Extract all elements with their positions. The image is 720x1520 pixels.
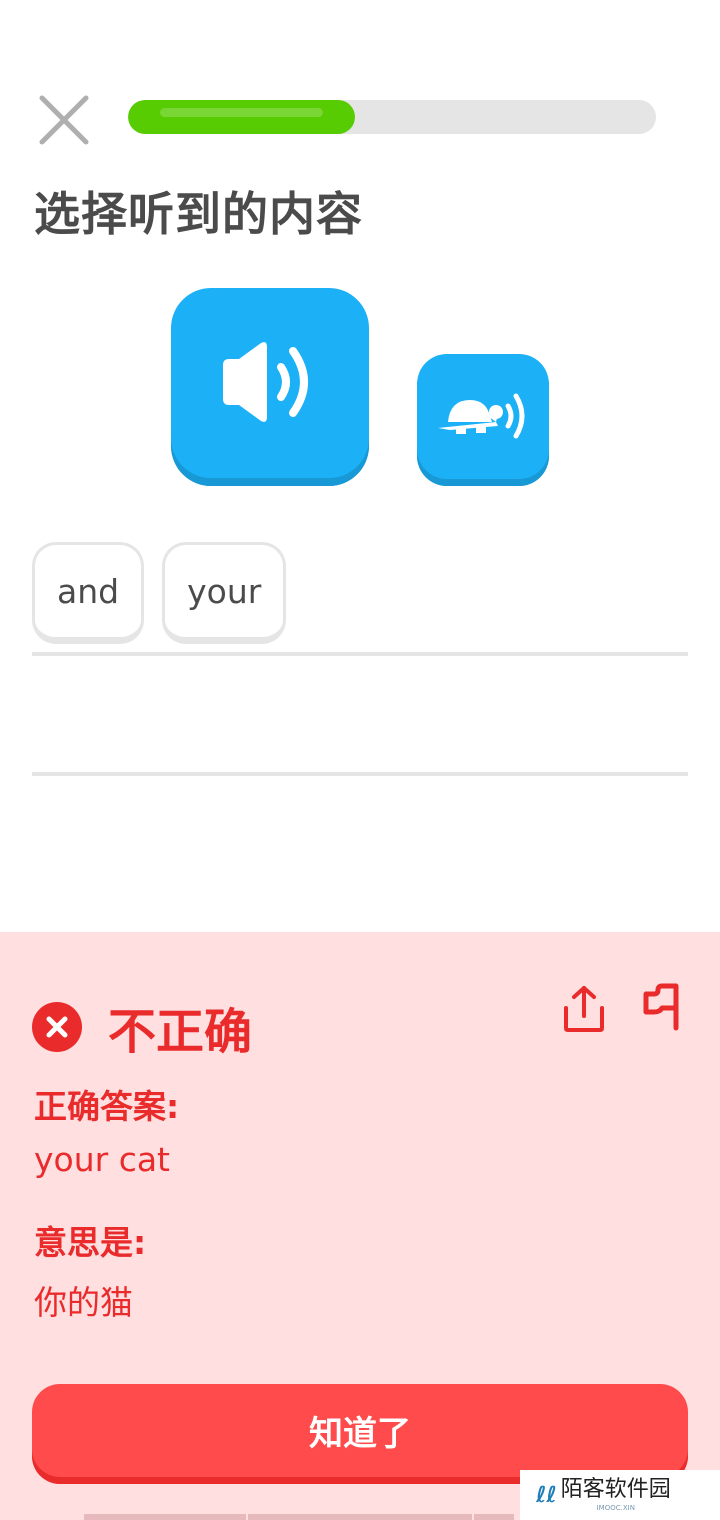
speaker-icon [223, 342, 308, 422]
play-audio-button[interactable] [171, 288, 369, 486]
answer-area: and your [32, 542, 688, 646]
watermark: ℓℓ 陌客软件园 IMOOC.XIN [520, 1470, 720, 1520]
lesson-progress-bar [128, 100, 656, 134]
selected-word-chips: and your [32, 542, 688, 646]
watermark-sub: IMOOC.XIN [596, 1503, 635, 1512]
share-button[interactable] [562, 984, 606, 1034]
flag-icon [643, 983, 679, 1031]
answer-line [32, 772, 688, 776]
feedback-header: 不正确 [32, 992, 252, 1062]
close-icon [39, 95, 89, 145]
close-button[interactable] [36, 92, 92, 148]
progress-fill [128, 100, 356, 134]
share-icon [564, 986, 604, 1032]
correct-answer-text: your cat [34, 1140, 170, 1179]
word-chip[interactable]: and [32, 542, 145, 644]
incorrect-feedback-panel: 不正确 正确答案: your cat 意思是: 你的猫 知道了 [0, 932, 720, 1520]
bottom-nav-strip [84, 1514, 514, 1520]
turtle-speaker-icon [438, 393, 525, 439]
meaning-text: 你的猫 [34, 1283, 133, 1322]
report-button[interactable] [640, 982, 686, 1032]
continue-button[interactable]: 知道了 [32, 1384, 688, 1484]
progress-shine [160, 108, 324, 117]
answer-line [32, 652, 688, 656]
correct-answer-label: 正确答案: [34, 1087, 180, 1126]
watermark-name: 陌客软件园 [560, 1476, 671, 1502]
feedback-title: 不正确 [108, 1004, 253, 1060]
play-slow-audio-button[interactable] [417, 354, 549, 486]
challenge-prompt: 选择听到的内容 [34, 187, 363, 241]
error-x-icon [32, 1002, 82, 1052]
watermark-logo-icon: ℓℓ [536, 1482, 557, 1508]
meaning-label: 意思是: [34, 1223, 147, 1262]
word-chip[interactable]: your [162, 542, 287, 644]
